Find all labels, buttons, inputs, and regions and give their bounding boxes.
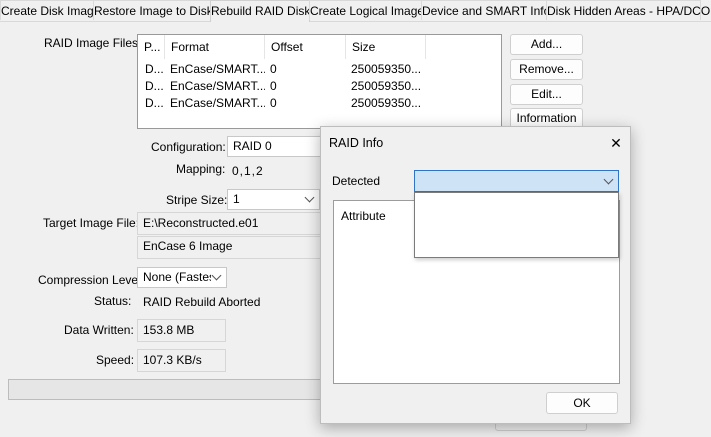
cell-format: EnCase/SMART...: [170, 96, 265, 110]
close-icon[interactable]: ✕: [606, 133, 626, 153]
mapping-label: Mapping:: [176, 162, 226, 176]
cell-offset: 0: [270, 96, 277, 110]
progress-bar: [8, 379, 328, 400]
cell-offset: 0: [270, 79, 277, 93]
stripe-size-label: Stripe Size:: [166, 193, 228, 207]
image-format-field: EnCase 6 Image: [137, 236, 327, 259]
speed-field: 107.3 KB/s: [137, 349, 226, 372]
chevron-down-icon: [211, 270, 222, 281]
detected-dropdown-list[interactable]: [414, 192, 619, 258]
chevron-down-icon: [603, 174, 614, 185]
raid-image-files-list[interactable]: P... Format Offset Size D... EnCase/SMAR…: [137, 34, 502, 129]
raid-image-files-label: RAID Image Files:: [44, 36, 142, 50]
cell-offset: 0: [270, 62, 277, 76]
cell-format: EnCase/SMART...: [170, 79, 265, 93]
column-header-path[interactable]: P...: [138, 35, 165, 59]
tab-create-logical-image[interactable]: Create Logical Image: [309, 0, 424, 20]
tab-bar: Create Disk Image Restore Image to Disk …: [0, 0, 711, 22]
compression-level-label: Compression Level:: [38, 273, 145, 287]
mapping-value: 0,1,2: [232, 164, 264, 178]
tab-restore-image[interactable]: Restore Image to Disk: [93, 0, 213, 20]
stripe-size-select[interactable]: 1: [227, 189, 320, 210]
cell-path: D...: [145, 79, 164, 93]
tab-create-disk-image[interactable]: Create Disk Image: [0, 0, 100, 20]
compression-level-value: None (Fastest: [143, 270, 211, 284]
status-value: RAID Rebuild Aborted: [143, 295, 261, 309]
column-header-size[interactable]: Size: [346, 35, 426, 59]
cell-path: D...: [145, 62, 164, 76]
tab-device-smart-info[interactable]: Device and SMART Info: [421, 0, 550, 20]
configuration-select[interactable]: RAID 0: [227, 136, 327, 157]
data-written-label: Data Written:: [64, 323, 134, 337]
column-header-offset[interactable]: Offset: [265, 35, 346, 59]
cell-size: 250059350...: [351, 62, 422, 76]
cell-format: EnCase/SMART...: [170, 62, 265, 76]
cell-path: D...: [145, 96, 164, 110]
detected-label: Detected: [332, 174, 381, 188]
table-row[interactable]: D... EnCase/SMART... 0 250059350...: [138, 95, 501, 112]
tab-rebuild-raid-disk[interactable]: Rebuild RAID Disk: [210, 0, 310, 22]
detected-select[interactable]: [414, 170, 619, 192]
target-image-file-field[interactable]: E:\Reconstructed.e01: [137, 212, 327, 235]
ok-button[interactable]: OK: [546, 392, 618, 414]
add-button[interactable]: Add...: [510, 34, 583, 55]
dialog-title: RAID Info: [329, 136, 384, 150]
edit-button[interactable]: Edit...: [510, 84, 583, 105]
raid-info-dialog: RAID Info ✕ Detected Attribute OK: [320, 126, 631, 424]
cell-size: 250059350...: [351, 96, 422, 110]
attribute-column-header: Attribute: [341, 209, 386, 223]
compression-level-select[interactable]: None (Fastest: [137, 267, 227, 288]
remove-button[interactable]: Remove...: [510, 59, 583, 80]
table-row[interactable]: D... EnCase/SMART... 0 250059350...: [138, 78, 501, 95]
speed-label: Speed:: [96, 353, 135, 367]
table-row[interactable]: D... EnCase/SMART... 0 250059350...: [138, 61, 501, 78]
cell-size: 250059350...: [351, 79, 422, 93]
column-header-format[interactable]: Format: [165, 35, 265, 59]
target-image-file-label: Target Image File:: [43, 216, 140, 230]
status-label: Status:: [94, 294, 132, 308]
configuration-label: Configuration:: [151, 140, 226, 154]
stripe-size-value: 1: [233, 192, 240, 206]
tab-disk-hidden-areas[interactable]: Disk Hidden Areas - HPA/DCO: [546, 0, 710, 20]
chevron-down-icon: [304, 192, 315, 203]
data-written-field: 153.8 MB: [137, 319, 226, 342]
